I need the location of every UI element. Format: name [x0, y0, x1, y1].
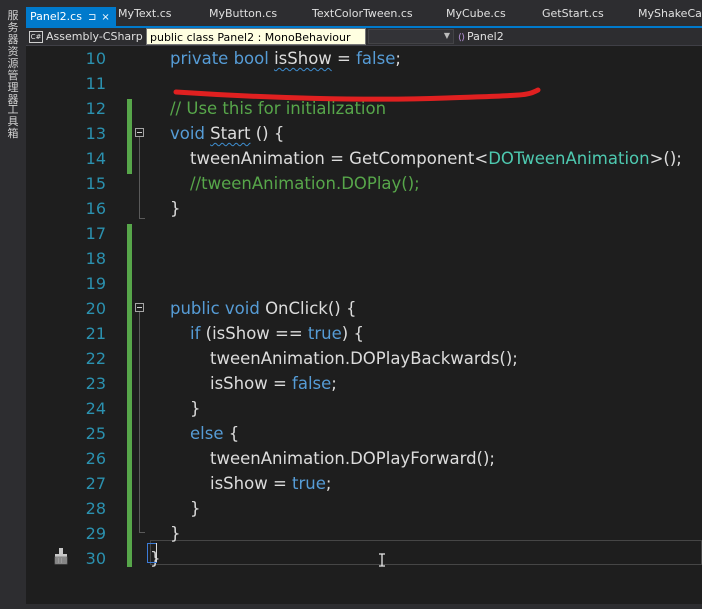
class-tooltip: public class Panel2 : MonoBehaviour — [146, 28, 366, 45]
tab-textcolortween-cs[interactable]: TextColorTween.cs — [312, 5, 413, 23]
tab-mycube-cs[interactable]: MyCube.cs — [446, 5, 506, 23]
tab-getstart-cs[interactable]: GetStart.cs — [542, 5, 604, 23]
csharp-project-icon: C# — [29, 31, 43, 43]
code-editor[interactable]: 10 11 12 13 14 15 16 17 18 19 20 21 22 23 24 25 26 27 28 29… — [26, 46, 702, 609]
chevron-down-icon: ▼ — [443, 31, 450, 40]
member-dropdown[interactable]: ⟨⟩ Panel2 — [458, 29, 504, 45]
navigation-bar: C# Assembly-CSharp public class Panel2 : … — [26, 28, 702, 46]
tab-panel2-cs[interactable]: Panel2.cs ⊐ × — [26, 7, 116, 27]
toolbox-tab[interactable]: 工具箱 — [6, 104, 20, 140]
tab-label: Panel2.cs — [30, 10, 82, 23]
type-dropdown[interactable]: ▼ — [368, 29, 454, 44]
class-icon: ⟨⟩ — [458, 33, 466, 43]
left-tool-sidebar: 服务器资源管理器 工具箱 — [0, 0, 27, 609]
bottom-status-strip — [0, 604, 702, 609]
tab-myshakecam[interactable]: MyShakeCam — [638, 5, 702, 23]
project-label: Assembly-CSharp — [46, 30, 143, 43]
pin-icon[interactable]: ⊐ — [88, 12, 96, 23]
tab-mybutton-cs[interactable]: MyButton.cs — [209, 5, 277, 23]
server-explorer-tab[interactable]: 服务器资源管理器 — [6, 10, 20, 106]
member-label: Panel2 — [467, 30, 504, 43]
project-dropdown[interactable]: C# Assembly-CSharp — [29, 29, 143, 45]
close-icon[interactable]: × — [101, 12, 109, 23]
tab-mytext-cs[interactable]: MyText.cs — [118, 5, 172, 23]
red-annotation-stroke — [173, 87, 541, 102]
document-tab-strip: Panel2.cs ⊐ × MyText.cs MyButton.cs TextCo… — [26, 0, 702, 28]
